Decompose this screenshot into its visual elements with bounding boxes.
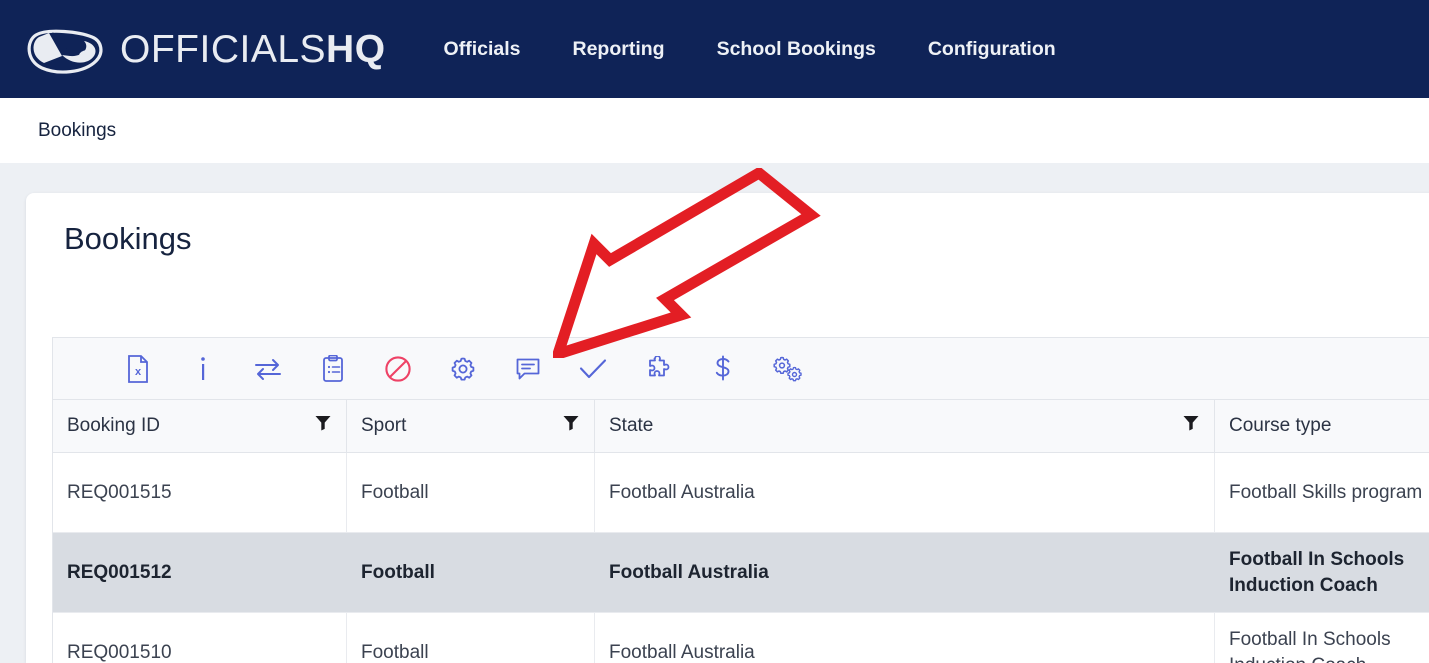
export-excel-icon[interactable]: x	[121, 352, 155, 386]
double-gear-icon[interactable]	[771, 352, 805, 386]
cell-state: Football Australia	[609, 561, 769, 583]
brand-name-bold: HQ	[326, 27, 386, 71]
transfer-icon[interactable]	[251, 352, 285, 386]
cell-course-type: Football In Schools Induction Coach	[1229, 548, 1405, 596]
brand-logo[interactable]: OFFICIALSHQ	[22, 21, 386, 77]
filter-icon-state[interactable]	[1182, 414, 1200, 438]
bookings-card: Bookings x Booking ID Sport State Course…	[26, 193, 1429, 663]
cell-sport: Football	[347, 453, 595, 532]
table-row[interactable]: REQ001515 Football Football Australia Fo…	[53, 453, 1429, 533]
comment-icon[interactable]	[511, 352, 545, 386]
nav-item-school-bookings[interactable]: School Bookings	[717, 38, 876, 61]
table-header-row: Booking ID Sport State Course type	[53, 400, 1429, 453]
svg-text:x: x	[135, 366, 142, 378]
table-row[interactable]: REQ001512 Football Football Australia Fo…	[53, 533, 1429, 613]
filter-icon-booking-id[interactable]	[314, 414, 332, 438]
main-nav: Officials Reporting School Bookings Conf…	[444, 38, 1056, 61]
column-header-course-type-label: Course type	[1229, 415, 1332, 436]
cell-sport: Football	[347, 613, 595, 663]
cell-booking-id: REQ001512	[67, 561, 172, 583]
filter-icon-sport[interactable]	[562, 414, 580, 438]
column-header-booking-id-label: Booking ID	[67, 415, 160, 436]
cell-booking-id: REQ001515	[53, 453, 347, 532]
content-area: Bookings x Booking ID Sport State Course…	[0, 163, 1429, 663]
cell-state: Football Australia	[595, 613, 1215, 663]
info-icon[interactable]	[186, 352, 220, 386]
nav-item-configuration[interactable]: Configuration	[928, 38, 1056, 61]
bookings-grid: x Booking ID Sport State Course type REQ…	[52, 337, 1429, 663]
column-header-course-type[interactable]: Course type	[1215, 400, 1429, 452]
breadcrumb-bar: Bookings	[0, 98, 1429, 163]
column-header-sport-label: Sport	[361, 415, 407, 436]
column-header-booking-id[interactable]: Booking ID	[53, 400, 347, 452]
check-icon[interactable]	[576, 352, 610, 386]
brand-name: OFFICIALSHQ	[120, 30, 386, 69]
puzzle-icon[interactable]	[641, 352, 675, 386]
cell-sport: Football	[361, 561, 435, 583]
column-header-sport[interactable]: Sport	[347, 400, 595, 452]
top-navigation-bar: OFFICIALSHQ Officials Reporting School B…	[0, 0, 1429, 98]
cancel-icon[interactable]	[381, 352, 415, 386]
column-header-state[interactable]: State	[595, 400, 1215, 452]
cell-course-type: Football In Schools Induction Coach	[1229, 628, 1391, 663]
whistle-icon	[22, 21, 106, 77]
grid-toolbar: x	[53, 338, 1429, 400]
nav-item-officials[interactable]: Officials	[444, 38, 521, 61]
table-row[interactable]: REQ001510 Football Football Australia Fo…	[53, 613, 1429, 663]
cell-course-type: Football Skills program	[1229, 481, 1423, 503]
dollar-icon[interactable]	[706, 352, 740, 386]
column-header-state-label: State	[609, 415, 654, 436]
page-title: Bookings	[64, 221, 192, 256]
cell-state: Football Australia	[595, 453, 1215, 532]
brand-name-light: OFFICIALS	[120, 27, 327, 71]
clipboard-icon[interactable]	[316, 352, 350, 386]
nav-item-reporting[interactable]: Reporting	[573, 38, 665, 61]
breadcrumb-bookings[interactable]: Bookings	[38, 120, 116, 142]
cell-booking-id: REQ001510	[53, 613, 347, 663]
gear-icon[interactable]	[446, 352, 480, 386]
